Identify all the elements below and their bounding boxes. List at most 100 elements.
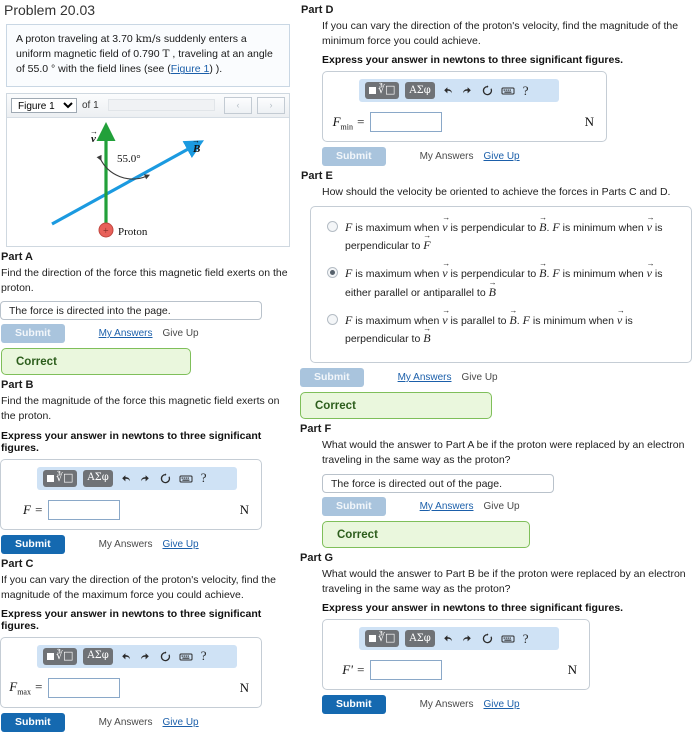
keyboard-icon[interactable] xyxy=(501,84,515,98)
part-d-math-toolbar: ∛□ ΑΣφ ? xyxy=(359,79,559,103)
angle-label: 55.0° xyxy=(117,153,141,165)
part-e-choice-3[interactable]: F is maximum when v is parallel to B. F … xyxy=(321,307,681,354)
part-a-give-up-link[interactable]: Give Up xyxy=(163,328,199,339)
part-d-submit-button[interactable]: Submit xyxy=(322,147,386,167)
undo-icon[interactable] xyxy=(119,471,133,485)
magnetic-field-diagram: v → 55.0° B → + Proton xyxy=(51,121,205,238)
part-b-math-toolbar: ∛□ ΑΣφ ? xyxy=(37,466,237,490)
part-g-unit-label: N xyxy=(567,662,577,678)
template-button[interactable]: ∛□ xyxy=(365,630,400,648)
part-b-my-answers-link[interactable]: My Answers xyxy=(99,539,153,550)
part-a-answer-field[interactable]: The force is directed into the page. xyxy=(0,301,262,321)
radio-icon[interactable] xyxy=(327,313,338,325)
part-b-give-up-link[interactable]: Give Up xyxy=(163,539,199,550)
template-button[interactable]: ∛□ xyxy=(43,469,78,487)
redo-icon[interactable] xyxy=(139,649,153,663)
part-c-answer-input[interactable] xyxy=(48,677,120,698)
help-icon[interactable]: ? xyxy=(523,83,529,99)
undo-icon[interactable] xyxy=(119,649,133,663)
figure-select[interactable]: Figure 1 xyxy=(11,97,77,113)
part-a-block: Part A Find the direction of the force t… xyxy=(0,251,296,376)
part-b-answer-card: ∛□ ΑΣφ ? F = N xyxy=(0,458,262,530)
part-e-choice-1[interactable]: F is maximum when v is perpendicular to … xyxy=(321,214,681,261)
keyboard-icon[interactable] xyxy=(179,649,193,663)
part-f-feedback: Correct xyxy=(322,520,530,548)
square-icon xyxy=(47,474,54,482)
greek-symbols-button[interactable]: ΑΣφ xyxy=(83,647,113,665)
part-c-math-toolbar: ∛□ ΑΣφ ? xyxy=(37,644,237,668)
part-b-variable-label: F = xyxy=(23,501,43,517)
part-c-give-up-link[interactable]: Give Up xyxy=(163,717,199,728)
figure-1-link[interactable]: Figure 1 xyxy=(171,63,210,75)
part-b-heading: Part B xyxy=(1,379,34,392)
part-g-answer-input[interactable] xyxy=(370,660,442,681)
field-arrow-accent: → xyxy=(192,136,200,145)
part-b-submit-button[interactable]: Submit xyxy=(1,534,65,554)
part-c-my-answers-link[interactable]: My Answers xyxy=(99,717,153,728)
template-button[interactable]: ∛□ xyxy=(365,82,400,100)
part-d-answer-input[interactable] xyxy=(370,112,442,133)
problem-page: Problem 20.03 A proton traveling at 3.70… xyxy=(0,0,700,732)
greek-symbols-button[interactable]: ΑΣφ xyxy=(405,82,435,100)
undo-icon[interactable] xyxy=(441,632,455,646)
help-icon[interactable]: ? xyxy=(201,470,207,486)
part-d-variable-label: Fmin = xyxy=(332,113,365,132)
part-e-block: Part E How should the velocity be orient… xyxy=(300,170,700,420)
part-d-my-answers-link[interactable]: My Answers xyxy=(420,151,474,162)
part-f-submit-button[interactable]: Submit xyxy=(322,496,386,516)
figure-prev-button[interactable]: ‹ xyxy=(224,96,252,114)
part-a-my-answers-link[interactable]: My Answers xyxy=(99,328,153,339)
part-g-give-up-link[interactable]: Give Up xyxy=(484,699,520,710)
square-icon xyxy=(47,652,54,660)
greek-symbols-button[interactable]: ΑΣφ xyxy=(405,630,435,648)
part-e-submit-button[interactable]: Submit xyxy=(300,368,364,388)
refresh-icon[interactable] xyxy=(481,84,495,98)
part-c-answer-row: Fmax = xyxy=(9,677,253,698)
part-e-choice-3-label: F is maximum when v is parallel to B. F … xyxy=(345,311,681,349)
part-b-answer-input[interactable] xyxy=(48,499,120,520)
part-b-button-row: Submit My Answers Give Up xyxy=(1,534,296,554)
proton-plus-sign: + xyxy=(103,226,109,237)
redo-icon[interactable] xyxy=(461,84,475,98)
part-e-button-row: Submit My Answers Give Up xyxy=(300,368,700,388)
nth-root-icon: ∛□ xyxy=(56,470,74,484)
left-column: Problem 20.03 A proton traveling at 3.70… xyxy=(0,0,296,736)
part-g-my-answers-link[interactable]: My Answers xyxy=(420,699,474,710)
part-f-question: What would the answer to Part A be if th… xyxy=(322,439,685,467)
help-icon[interactable]: ? xyxy=(523,631,529,647)
velocity-arrow-accent: → xyxy=(90,127,98,136)
redo-icon[interactable] xyxy=(461,632,475,646)
radio-icon[interactable] xyxy=(327,267,338,279)
part-c-block: Part C If you can vary the direction of … xyxy=(0,558,296,732)
refresh-icon[interactable] xyxy=(481,632,495,646)
part-g-answer-row: F' = xyxy=(331,660,581,681)
part-d-heading: Part D xyxy=(301,4,334,16)
part-f-answer-field[interactable]: The force is directed out of the page. xyxy=(322,473,554,493)
refresh-icon[interactable] xyxy=(159,649,173,663)
part-d-give-up-link[interactable]: Give Up xyxy=(484,151,520,162)
help-icon[interactable]: ? xyxy=(201,648,207,664)
part-e-choice-2[interactable]: F is maximum when v is perpendicular to … xyxy=(321,260,681,307)
part-g-submit-button[interactable]: Submit xyxy=(322,695,386,715)
undo-icon[interactable] xyxy=(441,84,455,98)
part-a-submit-button[interactable]: Submit xyxy=(1,324,65,344)
right-column: Part D If you can vary the direction of … xyxy=(300,0,700,718)
part-a-question: Find the direction of the force this mag… xyxy=(1,266,288,294)
keyboard-icon[interactable] xyxy=(501,632,515,646)
figure-next-button[interactable]: › xyxy=(257,96,285,114)
redo-icon[interactable] xyxy=(139,471,153,485)
part-f-my-answers-link[interactable]: My Answers xyxy=(420,501,474,512)
keyboard-icon[interactable] xyxy=(179,471,193,485)
part-e-give-up-link[interactable]: Give Up xyxy=(462,372,498,383)
radio-icon[interactable] xyxy=(327,220,338,232)
part-e-my-answers-link[interactable]: My Answers xyxy=(398,372,452,383)
part-f-give-up-link[interactable]: Give Up xyxy=(484,501,520,512)
template-button[interactable]: ∛□ xyxy=(43,647,78,665)
greek-symbols-button[interactable]: ΑΣφ xyxy=(83,469,113,487)
refresh-icon[interactable] xyxy=(159,471,173,485)
part-c-button-row: Submit My Answers Give Up xyxy=(1,712,296,732)
part-c-submit-button[interactable]: Submit xyxy=(1,712,65,732)
part-g-block: Part G What would the answer to Part B b… xyxy=(300,552,700,715)
part-d-button-row: Submit My Answers Give Up xyxy=(322,147,700,167)
part-e-feedback: Correct xyxy=(300,392,492,420)
